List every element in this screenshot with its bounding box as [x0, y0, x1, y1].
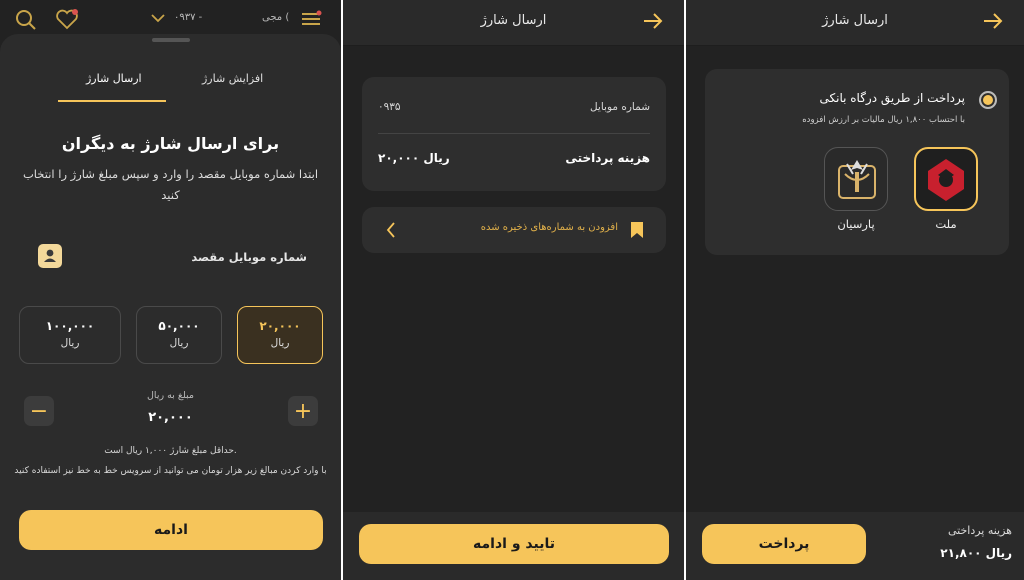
save-number-text: افزودن به شماره‌های ذخیره شده	[480, 222, 618, 233]
header-title: ارسال شارژ	[822, 13, 888, 28]
mobile-value: ۰۹۳۵	[378, 101, 401, 113]
cost-label: هزینه پرداختی	[565, 151, 650, 165]
bank-parsian-label: پارسیان	[837, 217, 875, 231]
minimum-amount-note: حداقل مبلغ شارژ ۱,۰۰۰ ریال است.	[104, 446, 237, 456]
sheet-drag-handle[interactable]	[152, 38, 190, 42]
amount-value: ۱۰۰,۰۰۰	[45, 319, 95, 333]
cost-value: ۲۰,۰۰۰ ریال	[378, 151, 450, 165]
bottom-sheet: افزایش شارژ ارسال شارژ برای ارسال شارژ ب…	[0, 34, 341, 580]
increase-amount-button[interactable]: +	[288, 396, 318, 426]
payment-summary-card: شماره موبایل ۰۹۳۵ هزینه پرداختی ۲۰,۰۰۰ ر…	[362, 77, 666, 191]
amount-option-100000[interactable]: ۱۰۰,۰۰۰ ریال	[19, 306, 121, 364]
amount-currency: ریال	[169, 337, 189, 349]
chevron-left-icon	[386, 222, 395, 238]
confirm-continue-button[interactable]: تایید و ادامه	[359, 524, 669, 564]
tab-increase-charge[interactable]: افزایش شارژ	[202, 72, 263, 85]
amount-value: ۲۰,۰۰۰	[259, 319, 301, 333]
confirm-screen: ارسال شارژ شماره موبایل ۰۹۳۵ هزینه پرداخ…	[343, 0, 684, 580]
gateway-title: پرداخت از طریق درگاه بانکی	[819, 91, 965, 105]
back-arrow-icon[interactable]	[982, 12, 1004, 30]
save-number-card[interactable]: افزودن به شماره‌های ذخیره شده	[362, 207, 666, 253]
pay-button[interactable]: پرداخت	[702, 524, 866, 564]
status-phone: ۰۹۳۷ -	[174, 12, 203, 23]
charge-sheet-screen: ۰۹۳۷ - مجی ( افزایش شارژ ارسال شارژ برای…	[0, 0, 341, 580]
page-title: برای ارسال شارژ به دیگران	[61, 134, 280, 153]
subtitle-line-1: ابتدا شماره موبایل مقصد را وارد و سپس مب…	[22, 167, 319, 181]
header: ارسال شارژ	[343, 0, 684, 46]
contact-picker-icon[interactable]	[38, 244, 62, 268]
amount-currency: ریال	[60, 337, 80, 349]
line-service-note: با وارد کردن مبالغ زیر هزار تومان می توا…	[14, 466, 327, 476]
payment-screen: ارسال شارژ پرداخت از طریق درگاه بانکی با…	[686, 0, 1024, 580]
tab-send-charge[interactable]: ارسال شارژ	[86, 72, 142, 85]
bottom-bar: پرداخت هزینه پرداختی ۲۱,۸۰۰ ریال	[686, 512, 1024, 580]
amount-option-20000-selected[interactable]: ۲۰,۰۰۰ ریال	[237, 306, 323, 364]
menu-icon[interactable]	[300, 10, 322, 28]
mellat-logo-icon	[928, 159, 964, 201]
amount-value: ۵۰,۰۰۰	[158, 319, 200, 333]
amount-option-50000[interactable]: ۵۰,۰۰۰ ریال	[136, 306, 222, 364]
subtitle-line-2: کنید	[161, 188, 180, 202]
row-divider	[378, 133, 650, 134]
app-screens: ۰۹۳۷ - مجی ( افزایش شارژ ارسال شارژ برای…	[0, 0, 1024, 580]
back-arrow-icon[interactable]	[642, 12, 664, 30]
bank-gateway-card: پرداخت از طریق درگاه بانکی با احتساب ۱,۸…	[705, 69, 1009, 255]
page-subtitle: ابتدا شماره موبایل مقصد را وارد و سپس مب…	[14, 164, 327, 206]
top-status-bar: ۰۹۳۷ - مجی (	[0, 0, 341, 38]
bank-parsian-button[interactable]	[824, 147, 888, 211]
active-tab-indicator	[58, 100, 166, 102]
header-title: ارسال شارژ	[480, 13, 547, 28]
header: ارسال شارژ	[686, 0, 1024, 46]
bottom-bar: تایید و ادامه	[343, 512, 684, 580]
health-heart-icon[interactable]	[55, 8, 79, 30]
status-name: مجی (	[262, 12, 290, 23]
continue-button[interactable]: ادامه	[19, 510, 323, 550]
bookmark-icon	[631, 222, 643, 238]
bottom-cost-label: هزینه پرداختی	[947, 524, 1012, 537]
destination-mobile-field[interactable]: شماره موبایل مقصد	[191, 250, 307, 264]
mobile-label: شماره موبایل	[589, 101, 650, 113]
bank-mellat-button[interactable]	[914, 147, 978, 211]
tax-note: با احتساب ۱,۸۰۰ ریال مالیات بر ارزش افزو…	[802, 115, 965, 125]
parsian-logo-icon	[838, 160, 876, 199]
chevron-down-icon[interactable]	[150, 13, 166, 23]
bottom-cost-value: ۲۱,۸۰۰ ریال	[940, 546, 1012, 560]
bank-mellat-label: ملت	[935, 217, 957, 231]
search-icon[interactable]	[14, 8, 38, 32]
amount-currency: ریال	[270, 337, 290, 349]
gateway-radio-button[interactable]	[979, 91, 997, 109]
